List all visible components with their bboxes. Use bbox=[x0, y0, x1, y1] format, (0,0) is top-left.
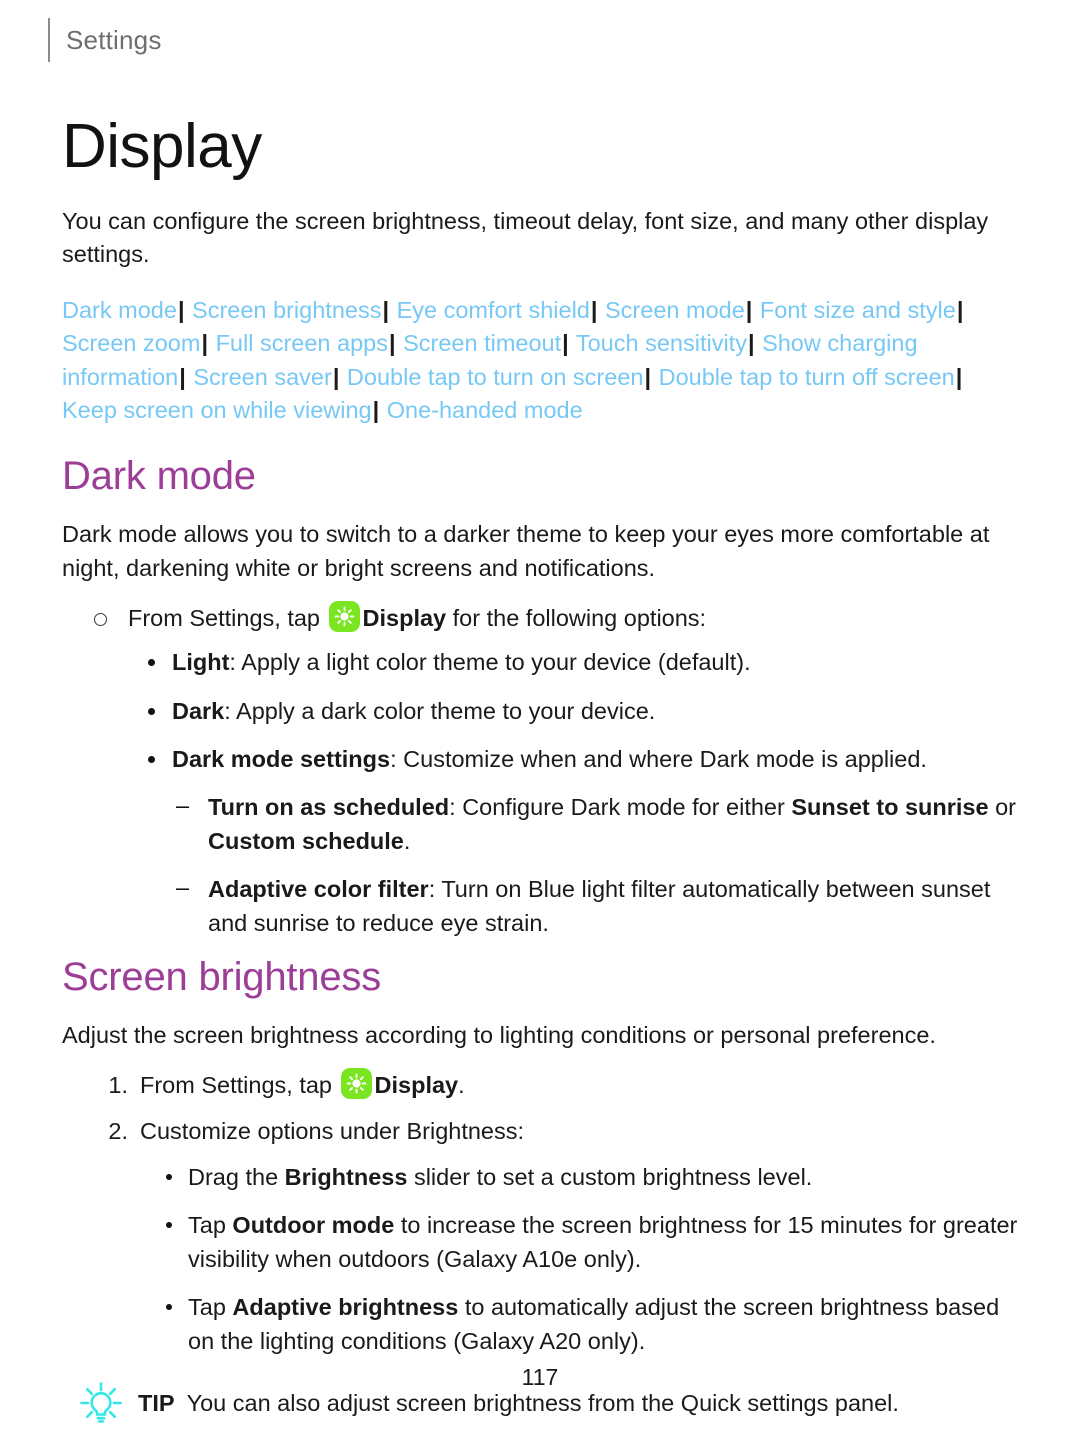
sub-option-bold-2: Custom schedule bbox=[208, 827, 404, 854]
tip-label: TIP bbox=[138, 1390, 175, 1417]
page-title: Display bbox=[62, 112, 262, 181]
option-term: Dark mode settings bbox=[172, 745, 391, 772]
link-separator: | bbox=[955, 363, 963, 390]
link-full-screen-apps[interactable]: Full screen apps bbox=[216, 330, 388, 356]
link-separator: | bbox=[179, 363, 186, 390]
dark-mode-step-list: From Settings, tap Display for the follo… bbox=[62, 601, 1018, 635]
link-separator: | bbox=[177, 296, 185, 323]
option-desc: : Customize when and where Dark mode is … bbox=[390, 745, 927, 772]
app-name-display: Display bbox=[374, 1071, 459, 1098]
bullet-bold: Adaptive brightness bbox=[232, 1294, 459, 1321]
link-dark-mode[interactable]: Dark mode bbox=[62, 297, 177, 323]
step-suffix: for the following options: bbox=[446, 605, 707, 632]
list-item: Turn on as scheduled: Configure Dark mod… bbox=[174, 788, 1018, 858]
running-header-label: Settings bbox=[66, 25, 162, 55]
page-intro: You can configure the screen brightness,… bbox=[62, 208, 989, 268]
link-separator: | bbox=[332, 363, 340, 390]
screen-brightness-description: Adjust the screen brightness according t… bbox=[62, 1021, 936, 1048]
tip-text-wrapper: TIP You can also adjust screen brightness… bbox=[138, 1386, 899, 1420]
section-link-bar: Dark mode| Screen brightness| Eye comfor… bbox=[62, 294, 1018, 427]
bullet-bold: Brightness bbox=[284, 1164, 408, 1191]
step-number: 1. bbox=[108, 1071, 128, 1098]
list-item: Adaptive color filter: Turn on Blue ligh… bbox=[174, 870, 1018, 940]
option-desc: : Apply a dark color theme to your devic… bbox=[224, 697, 656, 724]
sub-option-text-1: : Configure Dark mode for either bbox=[449, 793, 792, 820]
list-item: Dark mode settings: Customize when and w… bbox=[142, 742, 1018, 776]
page-content: Display You can configure the screen bri… bbox=[0, 114, 1080, 1426]
list-item: 2. Customize options under Brightness: bbox=[98, 1114, 1018, 1148]
app-name-display: Display bbox=[362, 605, 447, 632]
list-item: 1. From Settings, tap Display. bbox=[98, 1067, 1018, 1102]
option-term: Dark bbox=[172, 697, 225, 724]
link-separator: | bbox=[956, 296, 964, 323]
bullet-pre: Tap bbox=[188, 1212, 233, 1239]
screen-brightness-step-list: 1. From Settings, tap Display. 2. Customiz… bbox=[62, 1067, 1018, 1148]
dark-mode-step: From Settings, tap Display for the follo… bbox=[90, 601, 1018, 635]
list-item: Dark: Apply a dark color theme to your d… bbox=[142, 694, 1018, 728]
link-separator: | bbox=[590, 296, 598, 323]
list-item: Tap Adaptive brightness to automatically… bbox=[160, 1290, 1018, 1358]
link-screen-brightness[interactable]: Screen brightness bbox=[192, 297, 381, 323]
step-suffix: . bbox=[458, 1071, 465, 1098]
link-separator: | bbox=[372, 396, 380, 423]
dark-mode-sub-options-list: Turn on as scheduled: Configure Dark mod… bbox=[62, 788, 1018, 940]
brightness-options-list: Drag the Brightness slider to set a cust… bbox=[62, 1160, 1018, 1358]
sub-option-bold-1: Sunset to sunrise bbox=[791, 793, 989, 820]
link-screen-mode[interactable]: Screen mode bbox=[605, 297, 745, 323]
link-eye-comfort-shield[interactable]: Eye comfort shield bbox=[397, 297, 590, 323]
sub-option-term: Turn on as scheduled bbox=[208, 793, 450, 820]
link-separator: | bbox=[745, 296, 753, 323]
link-double-tap-to-turn-on-screen[interactable]: Double tap to turn on screen bbox=[347, 364, 644, 390]
sub-option-text-2: or bbox=[988, 793, 1016, 820]
bullet-bold: Outdoor mode bbox=[232, 1212, 395, 1239]
dark-mode-description: Dark mode allows you to switch to a dark… bbox=[62, 521, 990, 582]
bullet-pre: Drag the bbox=[188, 1164, 285, 1191]
step-prefix: From Settings, tap bbox=[140, 1071, 339, 1098]
step-prefix: From Settings, tap bbox=[128, 605, 327, 632]
list-item: Drag the Brightness slider to set a cust… bbox=[160, 1160, 1018, 1194]
step-prefix: Customize options under Brightness: bbox=[140, 1118, 525, 1144]
link-separator: | bbox=[562, 330, 569, 357]
link-touch-sensitivity[interactable]: Touch sensitivity bbox=[576, 330, 747, 356]
section-heading-screen-brightness: Screen brightness bbox=[62, 954, 382, 999]
link-separator: | bbox=[382, 296, 390, 323]
list-item: Light: Apply a light color theme to your… bbox=[142, 645, 1018, 679]
link-separator: | bbox=[201, 330, 209, 357]
link-separator: | bbox=[388, 330, 396, 357]
page-number: 117 bbox=[521, 1364, 559, 1390]
link-screen-zoom[interactable]: Screen zoom bbox=[62, 330, 200, 356]
step-number: 2. bbox=[108, 1118, 128, 1144]
list-item: Tap Outdoor mode to increase the screen … bbox=[160, 1208, 1018, 1276]
tip-text: You can also adjust screen brightness fr… bbox=[186, 1390, 899, 1417]
sub-option-term: Adaptive color filter bbox=[208, 875, 429, 902]
display-app-icon[interactable] bbox=[328, 601, 360, 633]
sub-option-text-3: . bbox=[403, 827, 411, 854]
link-screen-saver[interactable]: Screen saver bbox=[193, 364, 331, 390]
link-screen-timeout[interactable]: Screen timeout bbox=[403, 330, 561, 356]
link-keep-screen-on-while-viewing[interactable]: Keep screen on while viewing bbox=[62, 397, 372, 423]
section-heading-dark-mode: Dark mode bbox=[62, 454, 256, 499]
dark-mode-options-list: Light: Apply a light color theme to your… bbox=[62, 645, 1018, 775]
link-separator: | bbox=[644, 363, 652, 390]
bullet-post: slider to set a custom brightness level. bbox=[407, 1164, 813, 1191]
link-font-size-and-style[interactable]: Font size and style bbox=[760, 297, 956, 323]
header-rule bbox=[48, 18, 50, 62]
display-app-icon[interactable] bbox=[340, 1067, 372, 1099]
tip-callout: TIP You can also adjust screen brightness… bbox=[66, 1382, 1018, 1426]
link-one-handed-mode[interactable]: One-handed mode bbox=[387, 397, 583, 423]
link-double-tap-to-turn-off-screen[interactable]: Double tap to turn off screen bbox=[659, 364, 955, 390]
bullet-pre: Tap bbox=[188, 1294, 233, 1321]
running-header: Settings bbox=[48, 18, 1080, 62]
link-separator: | bbox=[747, 330, 755, 357]
option-desc: : Apply a light color theme to your devi… bbox=[229, 649, 751, 676]
option-term: Light bbox=[172, 649, 230, 676]
manual-page: Settings Display You can configure the s… bbox=[0, 18, 1080, 1424]
